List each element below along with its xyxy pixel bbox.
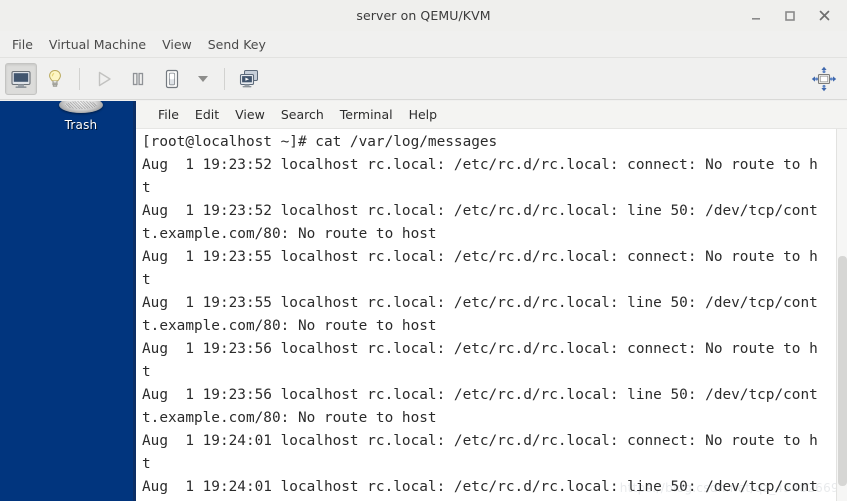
resize-vm-icon — [811, 66, 837, 91]
chevron-down-icon — [198, 75, 208, 82]
menu-view[interactable]: View — [154, 34, 200, 55]
monitor-icon — [11, 70, 31, 88]
pause-button[interactable] — [122, 63, 154, 95]
terminal-menu-terminal[interactable]: Terminal — [332, 105, 401, 124]
power-icon — [165, 69, 179, 88]
shutdown-dropdown-button[interactable] — [190, 63, 216, 95]
terminal-line: Aug 1 19:23:55 localhost rc.local: /etc/… — [142, 249, 818, 265]
run-button[interactable] — [88, 63, 120, 95]
terminal-output-area[interactable]: [root@localhost ~]# cat /var/log/message… — [136, 129, 847, 501]
menu-virtual-machine[interactable]: Virtual Machine — [41, 34, 154, 55]
title-bar: server on QEMU/KVM — [0, 0, 847, 31]
terminal-scrollbar[interactable] — [836, 129, 847, 501]
terminal-line: Aug 1 19:24:01 localhost rc.local: /etc/… — [142, 479, 818, 495]
maximize-button[interactable] — [773, 3, 807, 29]
window-controls — [739, 0, 841, 31]
terminal-menu-view[interactable]: View — [227, 105, 273, 124]
toolbar-separator-1 — [79, 67, 80, 90]
toolbar-separator-2 — [224, 67, 225, 90]
terminal-line: t — [142, 272, 151, 288]
show-console-button[interactable] — [5, 62, 37, 95]
pause-icon — [132, 72, 144, 85]
window-title: server on QEMU/KVM — [356, 8, 491, 23]
show-details-button[interactable] — [39, 63, 71, 95]
terminal-menu-file[interactable]: File — [150, 105, 187, 124]
terminal-menu-help[interactable]: Help — [401, 105, 446, 124]
minimize-button[interactable] — [739, 3, 773, 29]
terminal-menu-search[interactable]: Search — [273, 105, 332, 124]
terminal-scrollbar-thumb[interactable] — [838, 256, 847, 486]
terminal-line: Aug 1 19:23:56 localhost rc.local: /etc/… — [142, 341, 818, 357]
shutdown-button[interactable] — [156, 63, 188, 95]
terminal-menu-edit[interactable]: Edit — [187, 105, 227, 124]
menu-file[interactable]: File — [4, 34, 41, 55]
trash-icon — [59, 101, 103, 117]
vm-console-viewport[interactable]: Trash File Edit View Search Terminal Hel… — [0, 101, 847, 501]
lightbulb-icon — [49, 69, 61, 87]
trash-desktop-icon-label: Trash — [64, 118, 98, 132]
menu-bar: File Virtual Machine View Send Key — [0, 31, 847, 58]
minimize-icon — [752, 17, 760, 20]
terminal-line: Aug 1 19:23:56 localhost rc.local: /etc/… — [142, 387, 818, 403]
terminal-line: Aug 1 19:23:52 localhost rc.local: /etc/… — [142, 203, 818, 219]
terminal-line: t — [142, 180, 151, 196]
toolbar — [0, 58, 847, 100]
virt-manager-window: server on QEMU/KVM File Virtual Machine — [0, 0, 847, 501]
terminal-line: Aug 1 19:23:55 localhost rc.local: /etc/… — [142, 295, 818, 311]
play-icon — [98, 71, 111, 86]
terminal-line: t.example.com/80: No route to host — [142, 410, 437, 426]
trash-desktop-icon[interactable]: Trash — [55, 101, 107, 132]
terminal-window[interactable]: File Edit View Search Terminal Help [roo… — [133, 101, 847, 501]
terminal-line: Aug 1 19:23:52 localhost rc.local: /etc/… — [142, 157, 818, 173]
guest-desktop[interactable]: Trash — [0, 101, 133, 501]
close-icon — [819, 10, 829, 21]
terminal-line: Aug 1 19:24:01 localhost rc.local: /etc/… — [142, 433, 818, 449]
terminal-line: [root@localhost ~]# cat /var/log/message… — [142, 134, 498, 150]
fullscreen-button[interactable] — [807, 63, 841, 95]
terminal-line: t — [142, 456, 151, 472]
terminal-line: t — [142, 364, 151, 380]
maximize-icon — [785, 10, 795, 21]
close-button[interactable] — [807, 3, 841, 29]
menu-send-key[interactable]: Send Key — [200, 34, 274, 55]
terminal-line: t.example.com/80: No route to host — [142, 318, 437, 334]
terminal-line: t.example.com/80: No route to host — [142, 226, 437, 242]
terminal-menu-bar: File Edit View Search Terminal Help — [136, 101, 847, 129]
snapshots-button[interactable] — [233, 63, 265, 95]
terminal-output-text: [root@localhost ~]# cat /var/log/message… — [142, 131, 835, 501]
snapshots-icon — [239, 69, 258, 87]
